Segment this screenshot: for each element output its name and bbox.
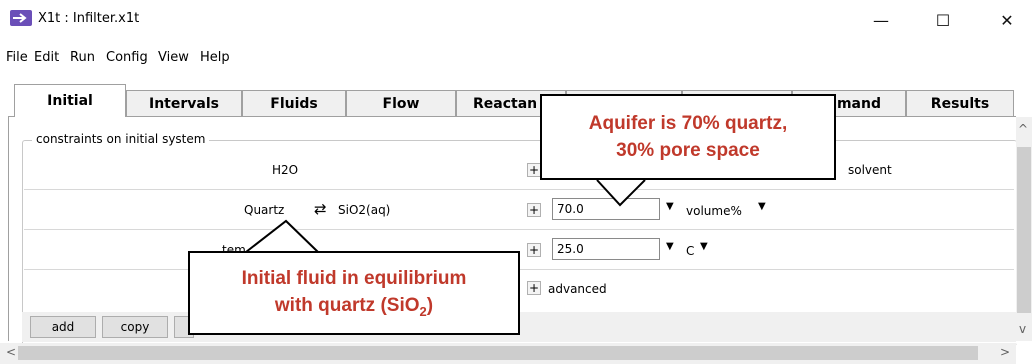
callout-fluid-line2: with quartz (SiO2) xyxy=(190,292,518,325)
callout-fluid-line2-suffix: ) xyxy=(426,295,434,316)
callout-aquifer: Aquifer is 70% quartz, 30% pore space xyxy=(540,94,836,180)
callout-aquifer-line1: Aquifer is 70% quartz, xyxy=(588,113,788,134)
callout-fluid-line2-prefix: with quartz (SiO xyxy=(274,295,420,316)
callout-fluid-line1: Initial fluid in equilibrium xyxy=(241,268,467,289)
callout-fluid-line2-sub: 2 xyxy=(419,303,427,319)
callout-fluid: Initial fluid in equilibrium with quartz… xyxy=(188,251,520,335)
callout-aquifer-line2: 30% pore space xyxy=(616,140,760,161)
